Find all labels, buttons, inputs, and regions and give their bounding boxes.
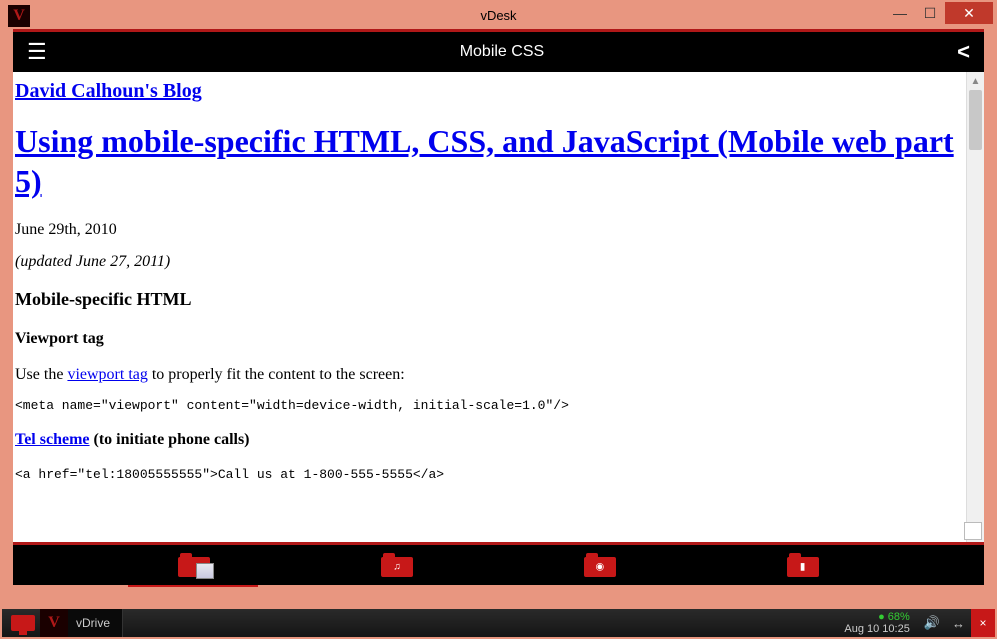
taskbar-datetime: Aug 10 10:25 [844, 623, 909, 635]
window-controls: — ☐ ✕ [885, 2, 993, 24]
folder-documents[interactable] [178, 553, 210, 577]
taskbar: V vDrive ● 68% Aug 10 10:25 🔊 ↔ × [2, 609, 995, 637]
fullscreen-toggle-icon[interactable]: ↔ [952, 616, 965, 631]
app-body: ☰ Mobile CSS < David Calhoun's Blog Usin… [13, 29, 984, 585]
docs-overlay-icon [196, 563, 214, 579]
content-scroll[interactable]: David Calhoun's Blog Using mobile-specif… [13, 72, 966, 542]
subsection-heading-viewport: Viewport tag [13, 330, 966, 348]
text-span: to properly fit the content to the scree… [148, 366, 405, 383]
menu-icon[interactable]: ☰ [27, 39, 47, 65]
battery-status: ● 68% [878, 611, 910, 623]
blog-link[interactable]: David Calhoun's Blog [15, 80, 202, 102]
viewport-paragraph: Use the viewport tag to properly fit the… [13, 366, 966, 384]
folder-videos[interactable]: ▮ [787, 553, 819, 577]
text-span: Use the [15, 366, 67, 383]
section-heading: Mobile-specific HTML [13, 289, 966, 310]
article-heading: Using mobile-specific HTML, CSS, and Jav… [13, 121, 966, 201]
taskbar-close-button[interactable]: × [971, 609, 995, 637]
window-frame: V vDesk — ☐ ✕ ☰ Mobile CSS < David Calho… [0, 0, 997, 639]
maximize-button[interactable]: ☐ [915, 2, 945, 24]
back-button[interactable]: < [957, 39, 970, 65]
app-icon: V [8, 5, 30, 27]
taskbar-app-vdrive[interactable]: V vDrive [40, 609, 123, 637]
title-bar: V vDesk — ☐ ✕ [2, 2, 995, 29]
scrollbar-thumb[interactable] [969, 90, 982, 150]
article-date: June 29th, 2010 [13, 221, 966, 239]
resize-grip[interactable] [964, 522, 982, 540]
close-button[interactable]: ✕ [945, 2, 993, 24]
viewport-link[interactable]: viewport tag [67, 366, 147, 383]
monitor-icon [11, 615, 35, 631]
subsection-heading-tel: Tel scheme (to initiate phone calls) [13, 431, 966, 449]
article-updated: (updated June 27, 2011) [13, 253, 966, 271]
tel-scheme-link[interactable]: Tel scheme [15, 431, 90, 448]
window-title: vDesk [480, 8, 516, 23]
taskbar-status: ● 68% Aug 10 10:25 [844, 611, 909, 635]
camera-icon: ◉ [596, 562, 605, 573]
folder-photos[interactable]: ◉ [584, 553, 616, 577]
code-block-tel: <a href="tel:18005555555">Call us at 1-8… [13, 467, 966, 482]
music-icon: ♫ [393, 562, 401, 573]
blog-heading: David Calhoun's Blog [13, 80, 966, 103]
battery-percent: 68% [888, 611, 910, 623]
video-icon: ▮ [800, 562, 806, 573]
taskbar-app-label: vDrive [76, 616, 110, 630]
volume-icon[interactable]: 🔊 [924, 615, 940, 631]
taskbar-show-desktop[interactable] [6, 611, 40, 635]
content-area: David Calhoun's Blog Using mobile-specif… [13, 72, 984, 542]
text-span: (to initiate phone calls) [90, 431, 250, 448]
minimize-button[interactable]: — [885, 2, 915, 24]
page-title: Mobile CSS [460, 43, 544, 61]
scrollbar[interactable]: ▲ ▼ [966, 72, 984, 542]
scroll-up-arrow[interactable]: ▲ [967, 72, 984, 90]
article-title-link[interactable]: Using mobile-specific HTML, CSS, and Jav… [15, 123, 954, 199]
app-footer: ♫ ◉ ▮ [13, 545, 984, 585]
app-header: ☰ Mobile CSS < [13, 32, 984, 72]
taskbar-app-icon: V [40, 609, 68, 637]
folder-music[interactable]: ♫ [381, 553, 413, 577]
code-block-viewport: <meta name="viewport" content="width=dev… [13, 398, 966, 413]
